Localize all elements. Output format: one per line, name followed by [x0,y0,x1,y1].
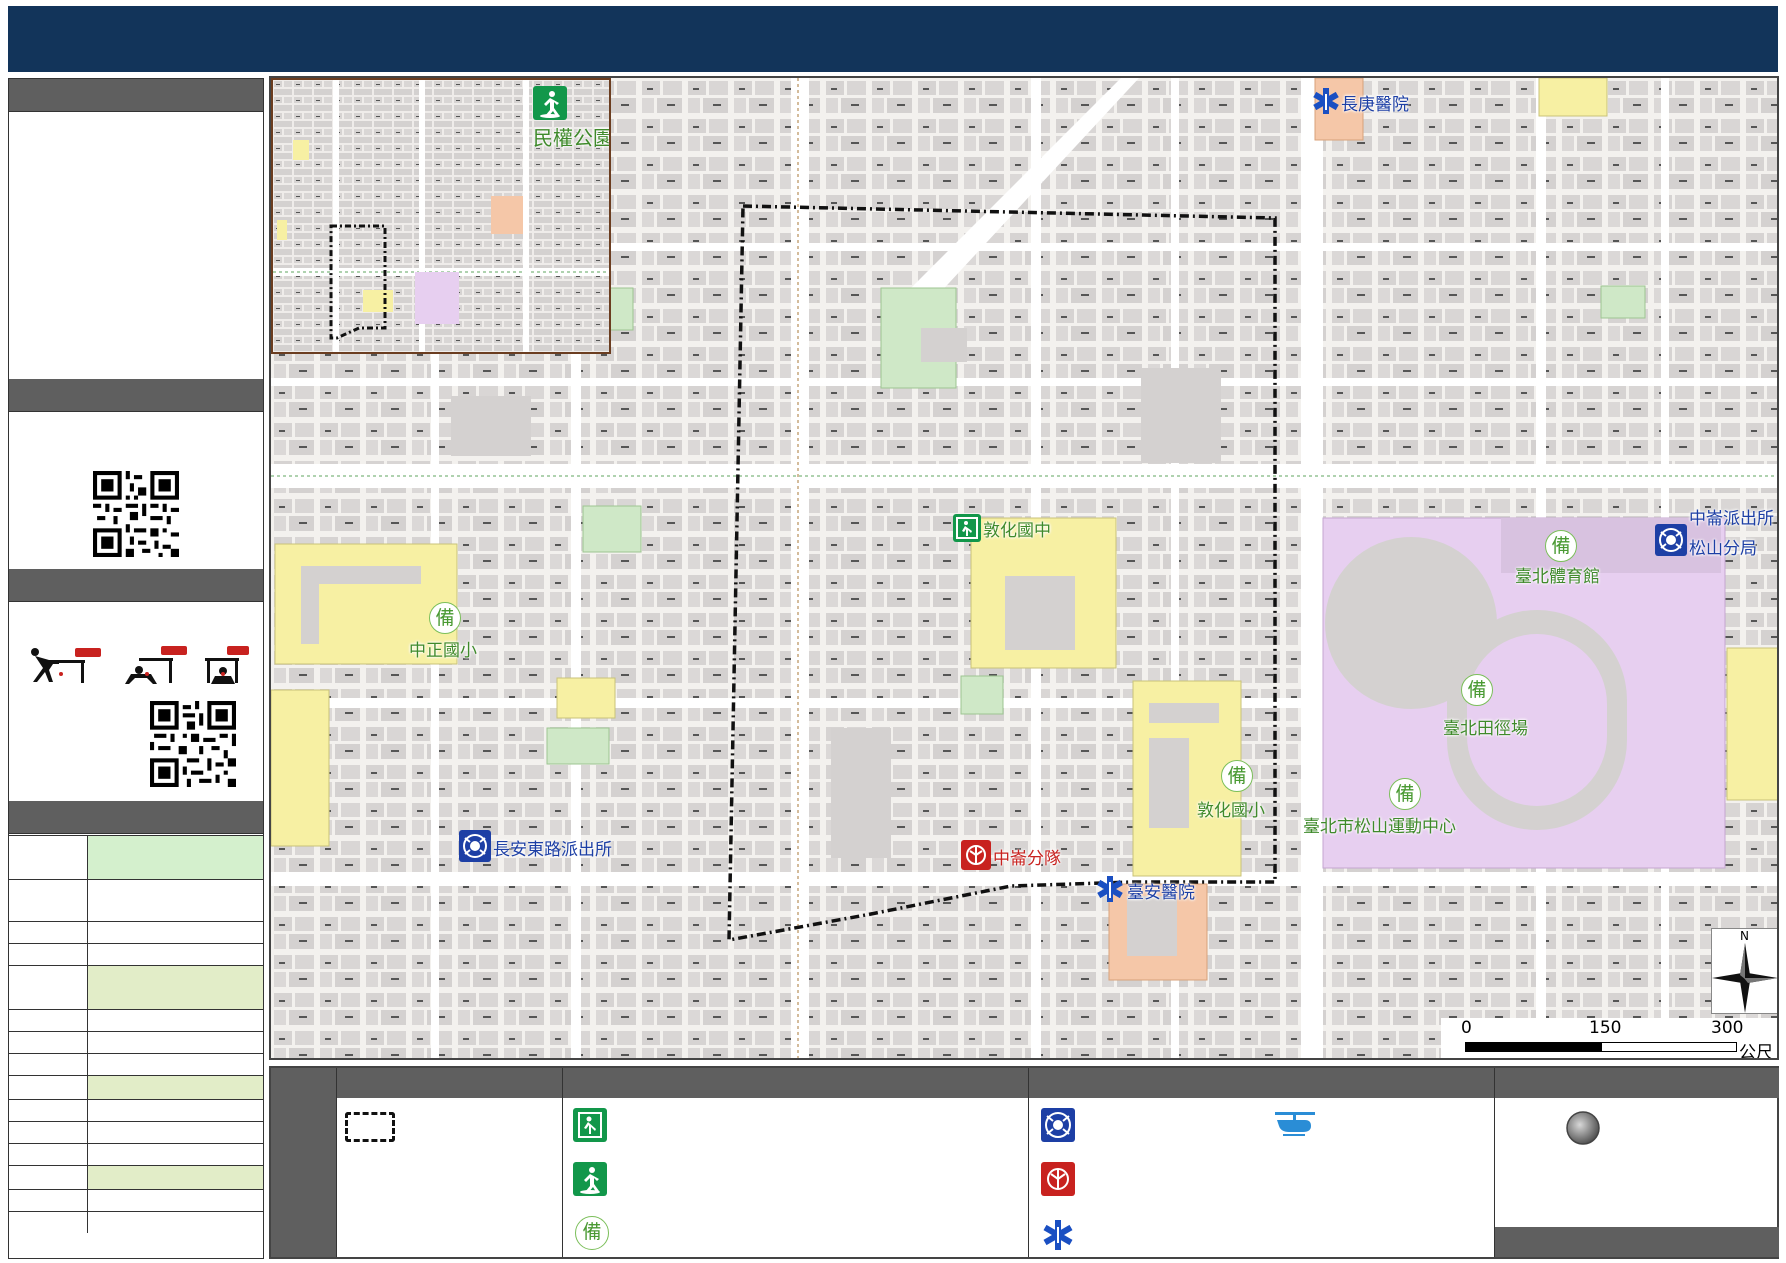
boundary-symbol [345,1112,395,1142]
table-row [9,1053,263,1075]
legend-column [1029,1098,1495,1257]
table-row [9,1211,263,1233]
fire-department-icon [1041,1162,1075,1196]
shelter-icon: 備 [1545,530,1577,562]
helicopter-icon [1275,1112,1315,1136]
qr-code-icon[interactable] [150,701,236,787]
table-row [9,1031,263,1053]
shelter-icon: 備 [1389,778,1421,810]
inset-locator-map[interactable]: 民權公園 [271,78,611,354]
table-row [9,965,263,1009]
north-arrow: N [1711,928,1777,1014]
person-running-icon [533,86,567,120]
shelter-icon: 備 [429,602,461,634]
contact-table [9,835,263,1233]
sidebar-section-header-4 [9,801,263,834]
legend-column [337,1098,563,1257]
shelter-icon: 備 [1221,760,1253,792]
hospital-label: 臺安醫院 [1127,883,1195,903]
table-row [9,1099,263,1121]
star-of-life-icon [1311,86,1341,116]
scale-tick: 0 [1461,1018,1472,1038]
table-row [9,1075,263,1099]
fire-squad-label: 中崙分隊 [993,849,1061,869]
scale-unit: 公尺 [1739,1043,1773,1060]
scale-segment [1601,1042,1737,1052]
legend-header [563,1068,1029,1098]
qr-code-icon[interactable] [93,471,179,557]
star-of-life-icon [1095,874,1125,904]
table-row [9,835,263,879]
map-legend: 備 [269,1066,1779,1259]
scale-bar: 0 150 300 公尺 [1441,1018,1777,1060]
venue-label: 臺北體育館 [1515,567,1600,587]
school-label: 敦化國中 [983,521,1051,541]
legend-header [1495,1068,1779,1098]
police-precinct-label: 松山分局 [1689,539,1757,559]
legend-footer [1495,1227,1779,1257]
legend-header [337,1068,563,1098]
park-label: 民權公園 [533,126,611,150]
inset-map-graphic [273,80,609,352]
north-label: N [1740,929,1749,943]
sidebar-section-header-3 [9,569,263,602]
table-row [9,1121,263,1143]
table-row [9,921,263,943]
fire-department-icon [961,840,991,870]
page-header-bar [8,6,1778,72]
person-running-icon [573,1162,607,1196]
shelter-icon: 備 [1461,674,1493,706]
compass-rose-icon [1712,943,1777,1013]
table-row [9,1009,263,1031]
sidebar-section-header-1 [9,79,263,112]
hospital-label: 長庚醫院 [1341,95,1409,115]
school-label: 中正國小 [409,641,477,661]
sidebar-panel [8,78,264,1259]
star-of-life-icon [1041,1218,1075,1252]
school-label: 敦化國小 [1197,801,1265,821]
table-row [9,943,263,965]
scale-segment [1465,1042,1601,1052]
table-row [9,879,263,921]
police-badge-icon [459,830,491,862]
legend-column [1495,1098,1779,1257]
drop-cover-hold-illustration [31,646,249,684]
police-badge-icon [1655,524,1687,556]
evacuation-door-icon [573,1108,607,1142]
scale-tick: 300 [1711,1018,1744,1038]
police-badge-icon [1041,1108,1075,1142]
venue-label: 臺北田徑場 [1443,719,1528,739]
shelter-icon: 備 [575,1216,609,1250]
venue-label: 臺北市松山運動中心 [1303,817,1456,837]
table-row [9,1143,263,1165]
legend-title-block [271,1068,337,1257]
police-station-label: 長安東路派出所 [493,840,612,860]
police-station-label: 中崙派出所 [1689,509,1774,529]
table-row [9,1165,263,1189]
legend-header [1029,1068,1495,1098]
evacuation-door-icon [953,514,981,542]
main-map[interactable]: 民權公園 長庚醫院 敦化國中 備 中正國小 中崙派出所 松山分局 備 臺北體育館… [269,76,1779,1060]
legend-column: 備 [563,1098,1029,1257]
sidebar-section-header-2 [9,379,263,412]
scale-tick: 150 [1589,1018,1622,1038]
table-row [9,1189,263,1211]
gray-circle-icon [1566,1111,1600,1145]
